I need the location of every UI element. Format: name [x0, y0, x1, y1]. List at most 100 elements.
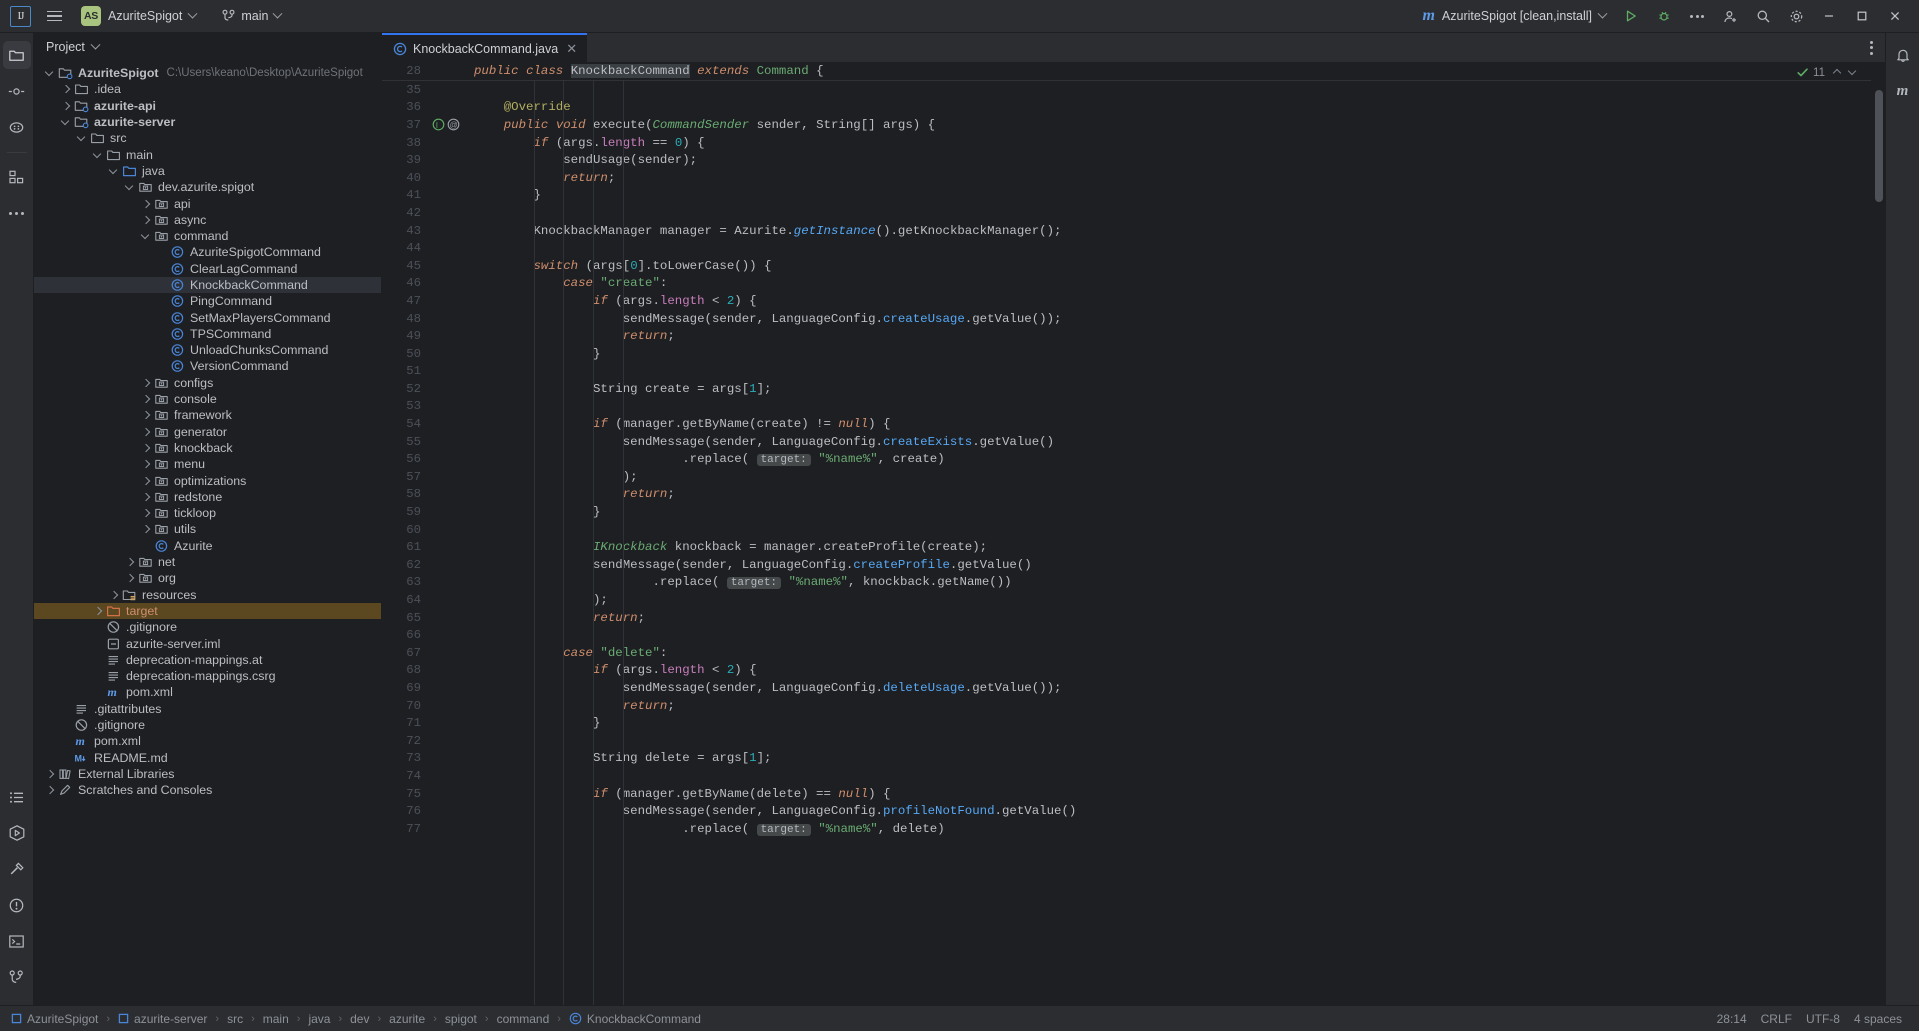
tree-node-src[interactable]: src — [34, 130, 381, 146]
code-line[interactable]: 61 IKnockback knockback = manager.create… — [382, 538, 1871, 556]
chevron-right-icon[interactable] — [140, 475, 152, 487]
tree-node-azuritespigotcommand[interactable]: AzuriteSpigotCommand — [34, 244, 381, 260]
code-line[interactable]: 63 .replace( target: "%name%", knockback… — [382, 574, 1871, 592]
breadcrumb[interactable]: AzuriteSpigot › azurite-server › src › main › ja… — [8, 1011, 704, 1027]
chevron-right-icon[interactable] — [140, 523, 152, 535]
breadcrumb-item-command[interactable]: command — [494, 1011, 553, 1027]
code-scroll-area[interactable]: 28 public class KnockbackCommand extends… — [382, 62, 1871, 1005]
tree-node-scratches-and-consoles[interactable]: Scratches and Consoles — [34, 782, 381, 798]
chevron-right-icon[interactable] — [44, 784, 56, 796]
chevron-down-icon[interactable] — [92, 149, 104, 161]
sidebar-item-version-control[interactable] — [3, 963, 31, 991]
code-lines[interactable]: 35 36 @Override 37 I @ public void execute(C… — [382, 81, 1871, 838]
project-widget[interactable]: AS AzuriteSpigot — [77, 3, 203, 29]
tree-node-knockbackcommand[interactable]: KnockbackCommand — [34, 276, 381, 294]
code-line[interactable]: 59 } — [382, 503, 1871, 521]
code-line[interactable]: 43 KnockbackManager manager = Azurite.ge… — [382, 222, 1871, 240]
tree-node-optimizations[interactable]: optimizations — [34, 472, 381, 488]
sidebar-item-todo[interactable] — [3, 783, 31, 811]
tree-node-azurite-api[interactable]: azurite-api — [34, 98, 381, 114]
editor-scrollbar[interactable] — [1871, 62, 1885, 1005]
tree-node-command[interactable]: command — [34, 228, 381, 244]
gutter-icons[interactable]: I @ — [430, 118, 460, 131]
settings-button[interactable] — [1780, 3, 1812, 29]
chevron-right-icon[interactable] — [140, 426, 152, 438]
editor-options-button[interactable] — [1857, 33, 1885, 62]
breadcrumb-item-spigot[interactable]: spigot — [442, 1011, 480, 1027]
code-line[interactable]: 48 sendMessage(sender, LanguageConfig.cr… — [382, 310, 1871, 328]
tree-node-azuritespigot[interactable]: AzuriteSpigot C:\Users\keano\Desktop\Azur… — [34, 65, 381, 81]
tree-node-azurite-server-iml[interactable]: azurite-server.iml — [34, 635, 381, 651]
tree-node-azurite-server[interactable]: azurite-server — [34, 114, 381, 130]
tree-node-readme-md[interactable]: M README.md — [34, 749, 381, 765]
code-line[interactable]: 41 } — [382, 187, 1871, 205]
tree-node-tickloop[interactable]: tickloop — [34, 505, 381, 521]
tree-node-async[interactable]: async — [34, 212, 381, 228]
code-line[interactable]: 60 — [382, 521, 1871, 539]
tree-node-clearlagcommand[interactable]: ClearLagCommand — [34, 261, 381, 277]
breadcrumb-item-knockbackcommand[interactable]: KnockbackCommand — [566, 1011, 704, 1027]
code-line[interactable]: 65 return; — [382, 609, 1871, 627]
tree-node-gitignore[interactable]: .gitignore — [34, 717, 381, 733]
tree-node-idea[interactable]: .idea — [34, 81, 381, 97]
tree-node-utils[interactable]: utils — [34, 521, 381, 537]
project-panel-header[interactable]: Project — [34, 33, 381, 61]
code-line[interactable]: 36 @Override — [382, 99, 1871, 117]
sidebar-item-notifications[interactable] — [1889, 41, 1917, 69]
editor-tab-knockbackcommand[interactable]: KnockbackCommand.java ✕ — [382, 33, 588, 62]
sidebar-item-project[interactable] — [2, 41, 31, 69]
chevron-down-icon[interactable] — [124, 181, 136, 193]
scrollbar-thumb[interactable] — [1875, 90, 1883, 202]
run-button[interactable] — [1615, 3, 1647, 29]
tree-node-console[interactable]: console — [34, 391, 381, 407]
tree-node-gitattributes[interactable]: .gitattributes — [34, 701, 381, 717]
chevron-right-icon[interactable] — [140, 377, 152, 389]
breadcrumb-item-java[interactable]: java — [305, 1011, 333, 1027]
code-line[interactable]: 66 — [382, 626, 1871, 644]
close-window-button[interactable] — [1879, 3, 1911, 29]
tree-node-external-libraries[interactable]: External Libraries — [34, 766, 381, 782]
code-line[interactable]: 54 if (manager.getByName(create) != null… — [382, 415, 1871, 433]
code-line[interactable]: 75 if (manager.getByName(delete) == null… — [382, 785, 1871, 803]
chevron-right-icon[interactable] — [140, 491, 152, 503]
code-line[interactable]: 73 String delete = args[1]; — [382, 750, 1871, 768]
chevron-down-icon[interactable] — [1847, 66, 1857, 76]
sidebar-item-run[interactable] — [3, 819, 31, 847]
run-configuration-selector[interactable]: m AzuriteSpigot [clean,install] — [1414, 4, 1614, 28]
code-line[interactable]: 40 return; — [382, 169, 1871, 187]
code-line[interactable]: 62 sendMessage(sender, LanguageConfig.cr… — [382, 556, 1871, 574]
tree-node-framework[interactable]: framework — [34, 407, 381, 423]
chevron-right-icon[interactable] — [140, 442, 152, 454]
breadcrumb-item-dev[interactable]: dev — [347, 1011, 372, 1027]
tree-node-versioncommand[interactable]: VersionCommand — [34, 358, 381, 374]
code-line[interactable]: 76 sendMessage(sender, LanguageConfig.pr… — [382, 802, 1871, 820]
breadcrumb-item-azuritespigot[interactable]: AzuriteSpigot — [8, 1011, 101, 1027]
breadcrumb-item-main[interactable]: main — [260, 1011, 292, 1027]
tree-node-resources[interactable]: resources — [34, 587, 381, 603]
breadcrumb-item-azurite[interactable]: azurite — [386, 1011, 428, 1027]
sidebar-item-build[interactable] — [3, 855, 31, 883]
sidebar-item-pull-requests[interactable] — [3, 113, 31, 141]
code-line[interactable]: 74 — [382, 767, 1871, 785]
tree-node-redstone[interactable]: redstone — [34, 489, 381, 505]
chevron-right-icon[interactable] — [44, 768, 56, 780]
minimize-window-button[interactable] — [1813, 3, 1845, 29]
sidebar-item-terminal[interactable] — [3, 927, 31, 955]
chevron-right-icon[interactable] — [92, 605, 104, 617]
tree-node-gitignore[interactable]: .gitignore — [34, 619, 381, 635]
code-line[interactable]: 42 — [382, 204, 1871, 222]
chevron-right-icon[interactable] — [140, 409, 152, 421]
close-tab-button[interactable]: ✕ — [564, 41, 579, 56]
code-line[interactable]: 49 return; — [382, 327, 1871, 345]
code-line[interactable]: 52 String create = args[1]; — [382, 380, 1871, 398]
chevron-up-icon[interactable] — [1832, 68, 1842, 77]
code-line[interactable]: 53 — [382, 398, 1871, 416]
code-line[interactable]: 71 } — [382, 714, 1871, 732]
code-line[interactable]: 69 sendMessage(sender, LanguageConfig.de… — [382, 679, 1871, 697]
chevron-right-icon[interactable] — [60, 100, 72, 112]
code-line[interactable]: 68 if (args.length < 2) { — [382, 662, 1871, 680]
code-line[interactable]: 70 return; — [382, 697, 1871, 715]
account-button[interactable] — [1714, 3, 1746, 29]
breadcrumb-item-src[interactable]: src — [224, 1011, 246, 1027]
debug-button[interactable] — [1648, 3, 1680, 29]
